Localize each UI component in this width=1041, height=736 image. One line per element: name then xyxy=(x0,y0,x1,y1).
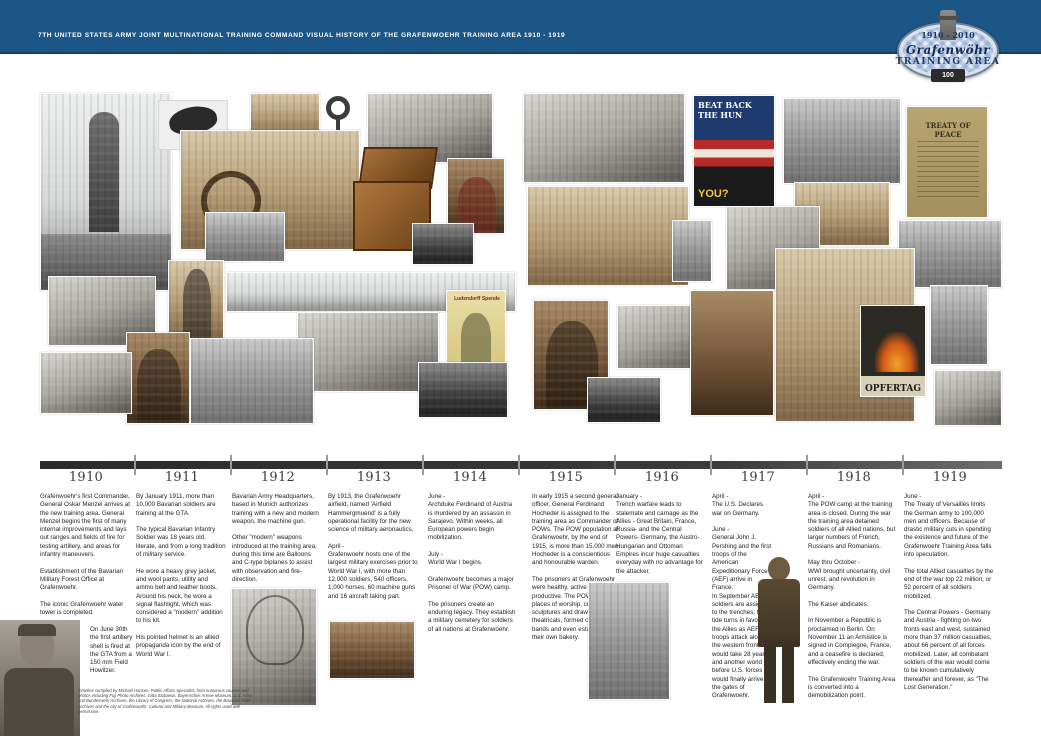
photo-water-tower xyxy=(40,93,172,291)
photo-pow-uniforms xyxy=(527,186,689,286)
year-label-1914: 1914 xyxy=(452,470,488,485)
photo-soldiers-helmets xyxy=(329,621,415,679)
poster-hun-you: YOU? xyxy=(698,188,729,200)
photo-treaty-of-peace: TREATY OF PEACE xyxy=(906,106,988,218)
photo-machine-gun-crew xyxy=(205,212,285,262)
year-label-1910: 1910 xyxy=(68,470,104,485)
column-1910: Grafenwoehr's first Commander, General O… xyxy=(40,493,130,617)
photo-soldier-standing xyxy=(672,220,712,282)
soldier-coat-shape xyxy=(758,579,800,647)
soldier-head-shape xyxy=(768,557,790,581)
header-banner: 7TH UNITED STATES ARMY JOINT MULTINATION… xyxy=(0,0,1041,54)
year-label-1913: 1913 xyxy=(356,470,392,485)
cap-shape xyxy=(18,624,56,636)
photo-credit: Timeline compiled by Michael Hansen, Pub… xyxy=(78,688,253,714)
photo-soldiers-line xyxy=(190,338,314,424)
badge-area: TRAINING AREA xyxy=(895,57,1001,67)
badge-ribbon: 100 YEARS xyxy=(931,69,965,92)
photo-fallen-soldier-art xyxy=(690,290,774,416)
badge-name: Grafenwöhr xyxy=(905,43,991,57)
column-1918: April - The POW camp at the training are… xyxy=(808,493,896,700)
poster-yellow-text: Ludendorff Spende xyxy=(454,296,500,302)
commander-figure xyxy=(137,349,181,423)
photo-motor-car xyxy=(412,223,474,265)
year-label-1912: 1912 xyxy=(260,470,296,485)
poster-opfertag: OPFERTAG xyxy=(860,305,926,397)
photo-soldier-sketch xyxy=(0,620,80,736)
column-1912: Bavarian Army Headquarters, based in Mun… xyxy=(232,493,319,583)
year-label-1918: 1918 xyxy=(836,470,872,485)
poster-hun-text: BEAT BACK THE HUN xyxy=(698,100,752,120)
opfertag-text: OPFERTAG xyxy=(864,384,922,394)
column-1919: June - The Treaty of Versailles limits t… xyxy=(904,493,994,691)
photo-pow-camp-yard xyxy=(588,582,670,700)
poster-ludendorff: Ludendorff Spende xyxy=(446,290,506,366)
soldier-figure xyxy=(183,269,211,339)
year-label-1917: 1917 xyxy=(740,470,776,485)
year-label-1915: 1915 xyxy=(548,470,584,485)
column-1914: June - Archduke Ferdinand of Austria is … xyxy=(428,493,516,633)
artillery-note: On June 30th the first artillery shell i… xyxy=(90,626,133,675)
column-1913: By 1913, the Grafenwoehr airfield, named… xyxy=(328,493,418,600)
photo-bavarian-soldier xyxy=(168,260,224,340)
sketch-body-shape xyxy=(4,668,74,736)
photo-pow-group xyxy=(523,93,685,183)
poster-figure xyxy=(461,313,491,365)
soldier-leg-shape xyxy=(764,647,776,703)
year-label-1916: 1916 xyxy=(644,470,680,485)
column-1911: By January 1911, more than 10,000 Bavari… xyxy=(136,493,226,658)
timeline-bar xyxy=(40,461,1002,469)
badge-years: 1910 - 2010 xyxy=(921,30,975,40)
photo-commander-menzel xyxy=(126,332,190,424)
year-label-1911: 1911 xyxy=(164,470,200,485)
column-1916: January - Trench warfare leads to stalem… xyxy=(616,493,703,575)
soldier-leg-shape xyxy=(782,647,794,703)
telephone-receiver-shape xyxy=(326,96,350,120)
photo-crowd xyxy=(587,377,661,423)
centennial-badge: 1910 - 2010 Grafenwöhr TRAINING AREA 100… xyxy=(893,10,1003,92)
photo-german-soldiers xyxy=(783,98,901,184)
photo-veterans xyxy=(934,370,1002,426)
water-tower-shape xyxy=(89,112,119,232)
photo-soldiers-pair xyxy=(930,285,988,365)
treaty-text-lines xyxy=(917,137,979,197)
page-title: 7TH UNITED STATES ARMY JOINT MULTINATION… xyxy=(38,32,566,39)
poster-beat-back-the-hun: BEAT BACK THE HUN YOU? xyxy=(693,95,775,207)
photo-house xyxy=(40,352,132,414)
photo-biplane xyxy=(418,362,508,418)
flame-icon xyxy=(875,332,919,372)
balloon-shape xyxy=(246,595,304,665)
photo-aef-soldier xyxy=(752,557,806,707)
year-label-1919: 1919 xyxy=(932,470,968,485)
